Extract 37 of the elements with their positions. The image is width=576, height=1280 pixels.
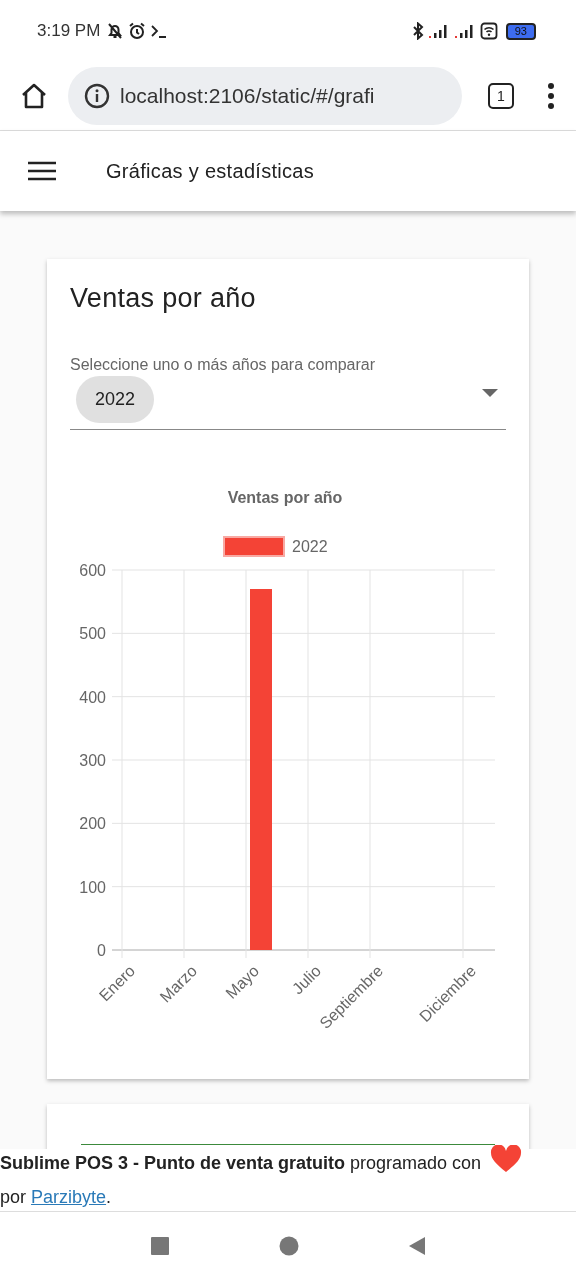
y-axis-label: 600	[79, 562, 106, 579]
more-menu-icon[interactable]	[546, 82, 556, 110]
y-axis-label: 200	[79, 815, 106, 833]
heart-icon	[490, 1145, 523, 1173]
terminal-icon	[150, 24, 169, 38]
back-icon[interactable]	[409, 1237, 425, 1255]
page-title: Gráficas y estadísticas	[106, 159, 315, 183]
info-icon	[84, 83, 110, 109]
signal-icon	[453, 23, 476, 39]
signal-icon	[427, 23, 450, 39]
x-axis-label: Julio	[288, 962, 325, 998]
y-axis-label: 0	[97, 942, 106, 959]
y-axis-label: 300	[79, 752, 106, 769]
footer-text: Sublime POS 3 - Punto de venta gratuito programado con por Parzibyte.	[0, 1145, 576, 1214]
alarm-icon	[128, 22, 147, 40]
address-bar[interactable]: localhost:2106/static/#/grafi	[68, 67, 462, 125]
field-label: Seleccione uno o más años para comparar	[70, 356, 376, 373]
parzibyte-link[interactable]: Parzibyte	[31, 1187, 107, 1207]
year-select[interactable]: Seleccione uno o más años para comparar 2022	[70, 356, 506, 430]
bell-off-icon	[106, 22, 125, 40]
tab-count-button[interactable]: 1	[488, 83, 514, 109]
card-title: Ventas por año	[70, 283, 257, 314]
dropdown-caret-icon[interactable]	[482, 388, 498, 397]
chart-title: Ventas por año	[227, 489, 343, 506]
year-chip[interactable]: 2022	[76, 376, 155, 423]
status-time: 3:19 PM	[37, 21, 101, 41]
legend-swatch[interactable]	[223, 536, 285, 557]
bluetooth-icon	[411, 22, 424, 40]
home-icon[interactable]	[20, 82, 48, 110]
wifi-icon	[479, 22, 498, 40]
battery-icon: 93	[505, 22, 536, 40]
legend-label[interactable]: 2022	[292, 538, 328, 555]
menu-icon[interactable]	[28, 161, 56, 181]
y-axis-label: 400	[79, 688, 106, 706]
y-axis-label: 100	[79, 878, 106, 896]
y-axis-label: 500	[79, 625, 106, 643]
home-circle-icon[interactable]	[279, 1236, 299, 1256]
